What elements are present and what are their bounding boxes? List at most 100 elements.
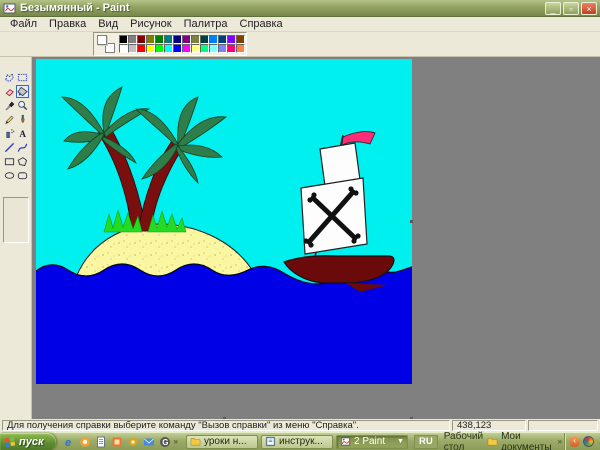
quick-launch-g-app-icon[interactable]: G bbox=[158, 435, 172, 449]
tool-grid: A bbox=[3, 71, 31, 183]
menu-bar: ФайлПравкаВидРисунокПалитраСправка bbox=[0, 17, 600, 32]
palette-swatch[interactable] bbox=[173, 35, 182, 44]
desktop-toolbar-label[interactable]: Рабочий стол bbox=[444, 431, 483, 450]
palette-swatch[interactable] bbox=[200, 35, 209, 44]
desktop-toolbar-item[interactable]: Мои документы bbox=[487, 431, 552, 450]
tool-ellipse[interactable] bbox=[3, 169, 16, 182]
menu-item[interactable]: Рисунок bbox=[124, 18, 178, 30]
palette-swatch[interactable] bbox=[218, 35, 227, 44]
tool-panel: A bbox=[0, 57, 32, 419]
palette-swatch[interactable] bbox=[218, 44, 227, 53]
menu-item[interactable]: Правка bbox=[43, 18, 92, 30]
desktop-overflow-chevron[interactable]: » bbox=[556, 437, 564, 446]
start-button-label: пуск bbox=[19, 436, 44, 448]
tool-free-form-select[interactable] bbox=[3, 71, 16, 84]
palette-swatch[interactable] bbox=[209, 44, 218, 53]
tool-fill[interactable] bbox=[16, 85, 29, 98]
menu-item[interactable]: Справка bbox=[234, 18, 289, 30]
restore-button[interactable]: ▫ bbox=[563, 2, 579, 15]
workspace: A bbox=[0, 57, 600, 419]
palette-swatch[interactable] bbox=[236, 44, 245, 53]
palette-swatch[interactable] bbox=[182, 44, 191, 53]
window-title: Безымянный - Paint bbox=[20, 2, 543, 14]
taskbar: пуск eG » уроки н...инструк...2 Paint▼ R… bbox=[0, 432, 600, 450]
palette-swatch[interactable] bbox=[236, 35, 245, 44]
palette-swatch[interactable] bbox=[155, 44, 164, 53]
tool-curve[interactable] bbox=[16, 141, 29, 154]
svg-text:G: G bbox=[162, 438, 168, 447]
quick-launch-media-player-icon[interactable] bbox=[78, 435, 92, 449]
palette-swatch[interactable] bbox=[146, 44, 155, 53]
palette-swatch[interactable] bbox=[137, 44, 146, 53]
quick-launch-notepad-icon[interactable] bbox=[94, 435, 108, 449]
status-selection-size bbox=[528, 420, 598, 431]
menu-item[interactable]: Файл bbox=[4, 18, 43, 30]
palette-swatch[interactable] bbox=[173, 44, 182, 53]
palette-swatch[interactable] bbox=[200, 44, 209, 53]
tool-eraser[interactable] bbox=[3, 85, 16, 98]
quick-launch-app-gold-icon[interactable] bbox=[126, 435, 140, 449]
palette-swatch[interactable] bbox=[209, 35, 218, 44]
tool-polygon[interactable] bbox=[16, 155, 29, 168]
quick-launch-app-orange-icon[interactable] bbox=[110, 435, 124, 449]
tool-airbrush[interactable] bbox=[3, 127, 16, 140]
tool-options-box bbox=[3, 197, 29, 243]
screen: Безымянный - Paint _ ▫ × ФайлПравкаВидРи… bbox=[0, 0, 600, 450]
tool-pencil[interactable] bbox=[3, 113, 16, 126]
tool-pick-color[interactable] bbox=[3, 99, 16, 112]
drawing-canvas[interactable] bbox=[36, 59, 412, 384]
status-help-text: Для получения справки выберите команду "… bbox=[2, 420, 450, 431]
menu-item[interactable]: Палитра bbox=[178, 18, 234, 30]
tool-magnifier[interactable] bbox=[16, 99, 29, 112]
palette-swatch[interactable] bbox=[227, 44, 236, 53]
palette-swatches bbox=[119, 35, 245, 53]
canvas-resize-handle-right[interactable] bbox=[410, 220, 413, 223]
palette-swatch[interactable] bbox=[164, 44, 173, 53]
tool-line[interactable] bbox=[3, 141, 16, 154]
quick-launch-bar: eG bbox=[62, 435, 172, 449]
palette-swatch[interactable] bbox=[128, 44, 137, 53]
canvas-area[interactable] bbox=[36, 59, 412, 419]
menu-item[interactable]: Вид bbox=[92, 18, 124, 30]
tool-select[interactable] bbox=[16, 71, 29, 84]
minimize-button[interactable]: _ bbox=[545, 2, 561, 15]
palette-swatch[interactable] bbox=[128, 35, 137, 44]
start-button[interactable]: пуск bbox=[0, 433, 56, 450]
status-coordinates: 438,123 bbox=[452, 420, 526, 431]
canvas-resize-handle-corner[interactable] bbox=[410, 417, 413, 419]
quick-launch-overflow-chevron[interactable]: » bbox=[172, 437, 180, 446]
taskbar-button[interactable]: 2 Paint▼ bbox=[336, 435, 408, 449]
folder-icon bbox=[190, 436, 201, 447]
palette-swatch[interactable] bbox=[191, 44, 200, 53]
tool-rounded-rectangle[interactable] bbox=[16, 169, 29, 182]
palette-swatch[interactable] bbox=[191, 35, 200, 44]
taskbar-button-label: инструк... bbox=[279, 436, 329, 447]
palette-swatch[interactable] bbox=[164, 35, 173, 44]
tool-rectangle[interactable] bbox=[3, 155, 16, 168]
palette-bar bbox=[0, 32, 600, 57]
taskbar-button[interactable]: уроки н... bbox=[186, 435, 258, 449]
quick-launch-outlook-icon[interactable] bbox=[142, 435, 156, 449]
canvas-resize-handle-bottom[interactable] bbox=[223, 417, 226, 419]
paint-icon bbox=[340, 436, 351, 447]
hide-icons-button[interactable]: ‹ bbox=[569, 436, 580, 447]
svg-text:A: A bbox=[19, 129, 26, 139]
desktop-toolbar-items: Мои документы bbox=[487, 431, 552, 450]
palette-swatch[interactable] bbox=[155, 35, 164, 44]
tool-text[interactable]: A bbox=[16, 127, 29, 140]
taskbar-button[interactable]: инструк... bbox=[261, 435, 333, 449]
palette-swatch[interactable] bbox=[182, 35, 191, 44]
palette-swatch[interactable] bbox=[119, 44, 128, 53]
quick-launch-internet-explorer-icon[interactable]: e bbox=[62, 435, 76, 449]
palette-swatch[interactable] bbox=[137, 35, 146, 44]
svg-text:e: e bbox=[65, 437, 71, 448]
color-indicator bbox=[95, 34, 117, 54]
taskbar-button-label: 2 Paint bbox=[354, 436, 394, 447]
tool-brush[interactable] bbox=[16, 113, 29, 126]
language-indicator[interactable]: RU bbox=[414, 435, 438, 449]
palette-swatch[interactable] bbox=[227, 35, 236, 44]
tray-app-icon[interactable] bbox=[583, 436, 594, 447]
close-button[interactable]: × bbox=[581, 2, 597, 15]
palette-swatch[interactable] bbox=[146, 35, 155, 44]
palette-swatch[interactable] bbox=[119, 35, 128, 44]
